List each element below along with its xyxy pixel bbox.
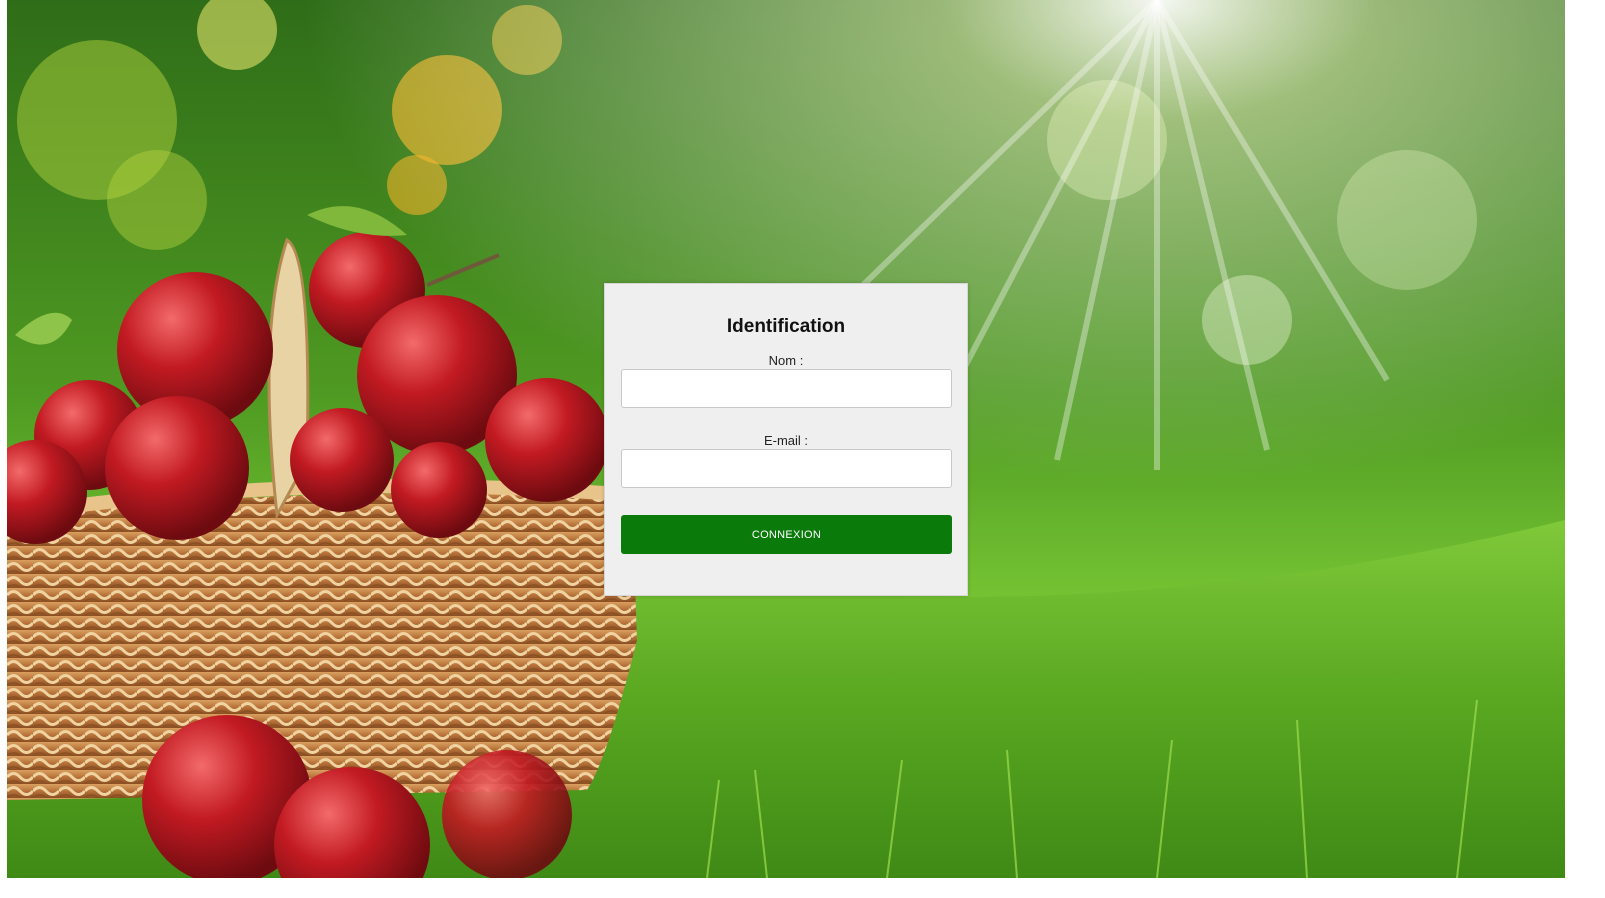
form-title: Identification	[726, 316, 846, 337]
name-label: Nom :	[768, 353, 804, 368]
email-input[interactable]	[621, 449, 952, 488]
login-page: Identification Nom : E-mail : CONNEXION	[0, 0, 1605, 898]
email-label: E-mail :	[763, 433, 809, 448]
name-input[interactable]	[621, 369, 952, 408]
login-button[interactable]: CONNEXION	[621, 515, 952, 554]
login-form: Identification Nom : E-mail : CONNEXION	[604, 283, 968, 596]
